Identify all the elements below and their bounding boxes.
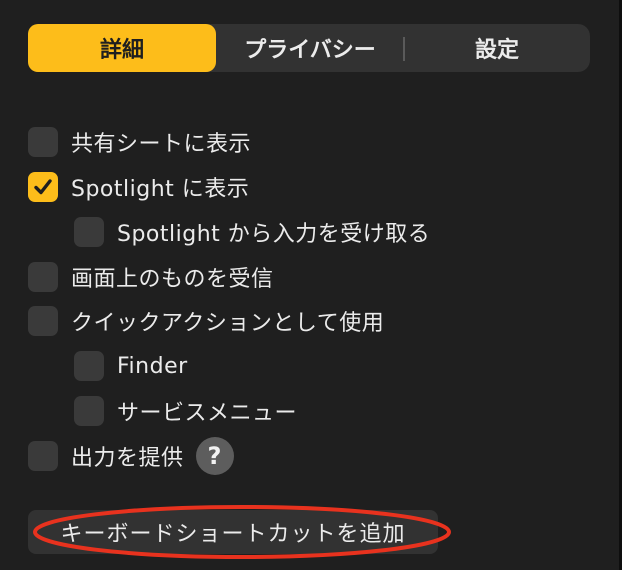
option-spotlight[interactable]: Spotlight に表示 xyxy=(28,171,249,203)
tab-privacy-label: プライバシー xyxy=(244,38,376,63)
services-checkbox[interactable] xyxy=(74,396,104,426)
tab-privacy[interactable]: プライバシー xyxy=(216,24,404,72)
quick-action-checkbox[interactable] xyxy=(28,306,58,336)
tab-bar: 詳細 プライバシー 設定 xyxy=(28,24,590,72)
spotlight-input-checkbox[interactable] xyxy=(74,217,104,247)
question-mark-icon: ? xyxy=(207,442,222,470)
tab-details[interactable]: 詳細 xyxy=(28,24,216,72)
checkmark-icon xyxy=(34,179,52,195)
option-spotlight-input[interactable]: Spotlight から入力を受け取る xyxy=(74,216,430,248)
tab-details-label: 詳細 xyxy=(99,38,144,63)
option-output[interactable]: 出力を提供 ? xyxy=(28,437,234,475)
option-quick-action[interactable]: クイックアクションとして使用 xyxy=(28,305,384,337)
tab-settings-label: 設定 xyxy=(474,38,519,63)
add-keyboard-shortcut-label: キーボードショートカットを追加 xyxy=(60,522,406,547)
option-services[interactable]: サービスメニュー xyxy=(74,395,297,427)
spotlight-label: Spotlight に表示 xyxy=(71,177,250,202)
help-button[interactable]: ? xyxy=(195,437,234,475)
quick-action-label: クイックアクションとして使用 xyxy=(71,311,385,336)
services-label: サービスメニュー xyxy=(117,401,298,426)
option-finder[interactable]: Finder xyxy=(74,350,188,382)
output-label: 出力を提供 xyxy=(71,446,184,471)
settings-panel: 詳細 プライバシー 設定 共有シートに表示 Spotlight に表示 Spot… xyxy=(0,0,622,570)
spotlight-input-label: Spotlight から入力を受け取る xyxy=(117,222,431,247)
option-share-sheet[interactable]: 共有シートに表示 xyxy=(28,126,251,158)
tab-settings[interactable]: 設定 xyxy=(404,24,590,72)
option-onscreen[interactable]: 画面上のものを受信 xyxy=(28,261,274,293)
onscreen-label: 画面上のものを受信 xyxy=(71,267,274,292)
finder-checkbox[interactable] xyxy=(74,351,104,381)
onscreen-checkbox[interactable] xyxy=(28,262,58,292)
finder-label: Finder xyxy=(117,353,188,379)
tab-divider xyxy=(403,37,405,61)
share-sheet-label: 共有シートに表示 xyxy=(71,132,252,157)
spotlight-checkbox[interactable] xyxy=(28,172,58,202)
share-sheet-checkbox[interactable] xyxy=(28,127,58,157)
add-keyboard-shortcut-button[interactable]: キーボードショートカットを追加 xyxy=(28,510,438,554)
output-checkbox[interactable] xyxy=(28,441,58,471)
